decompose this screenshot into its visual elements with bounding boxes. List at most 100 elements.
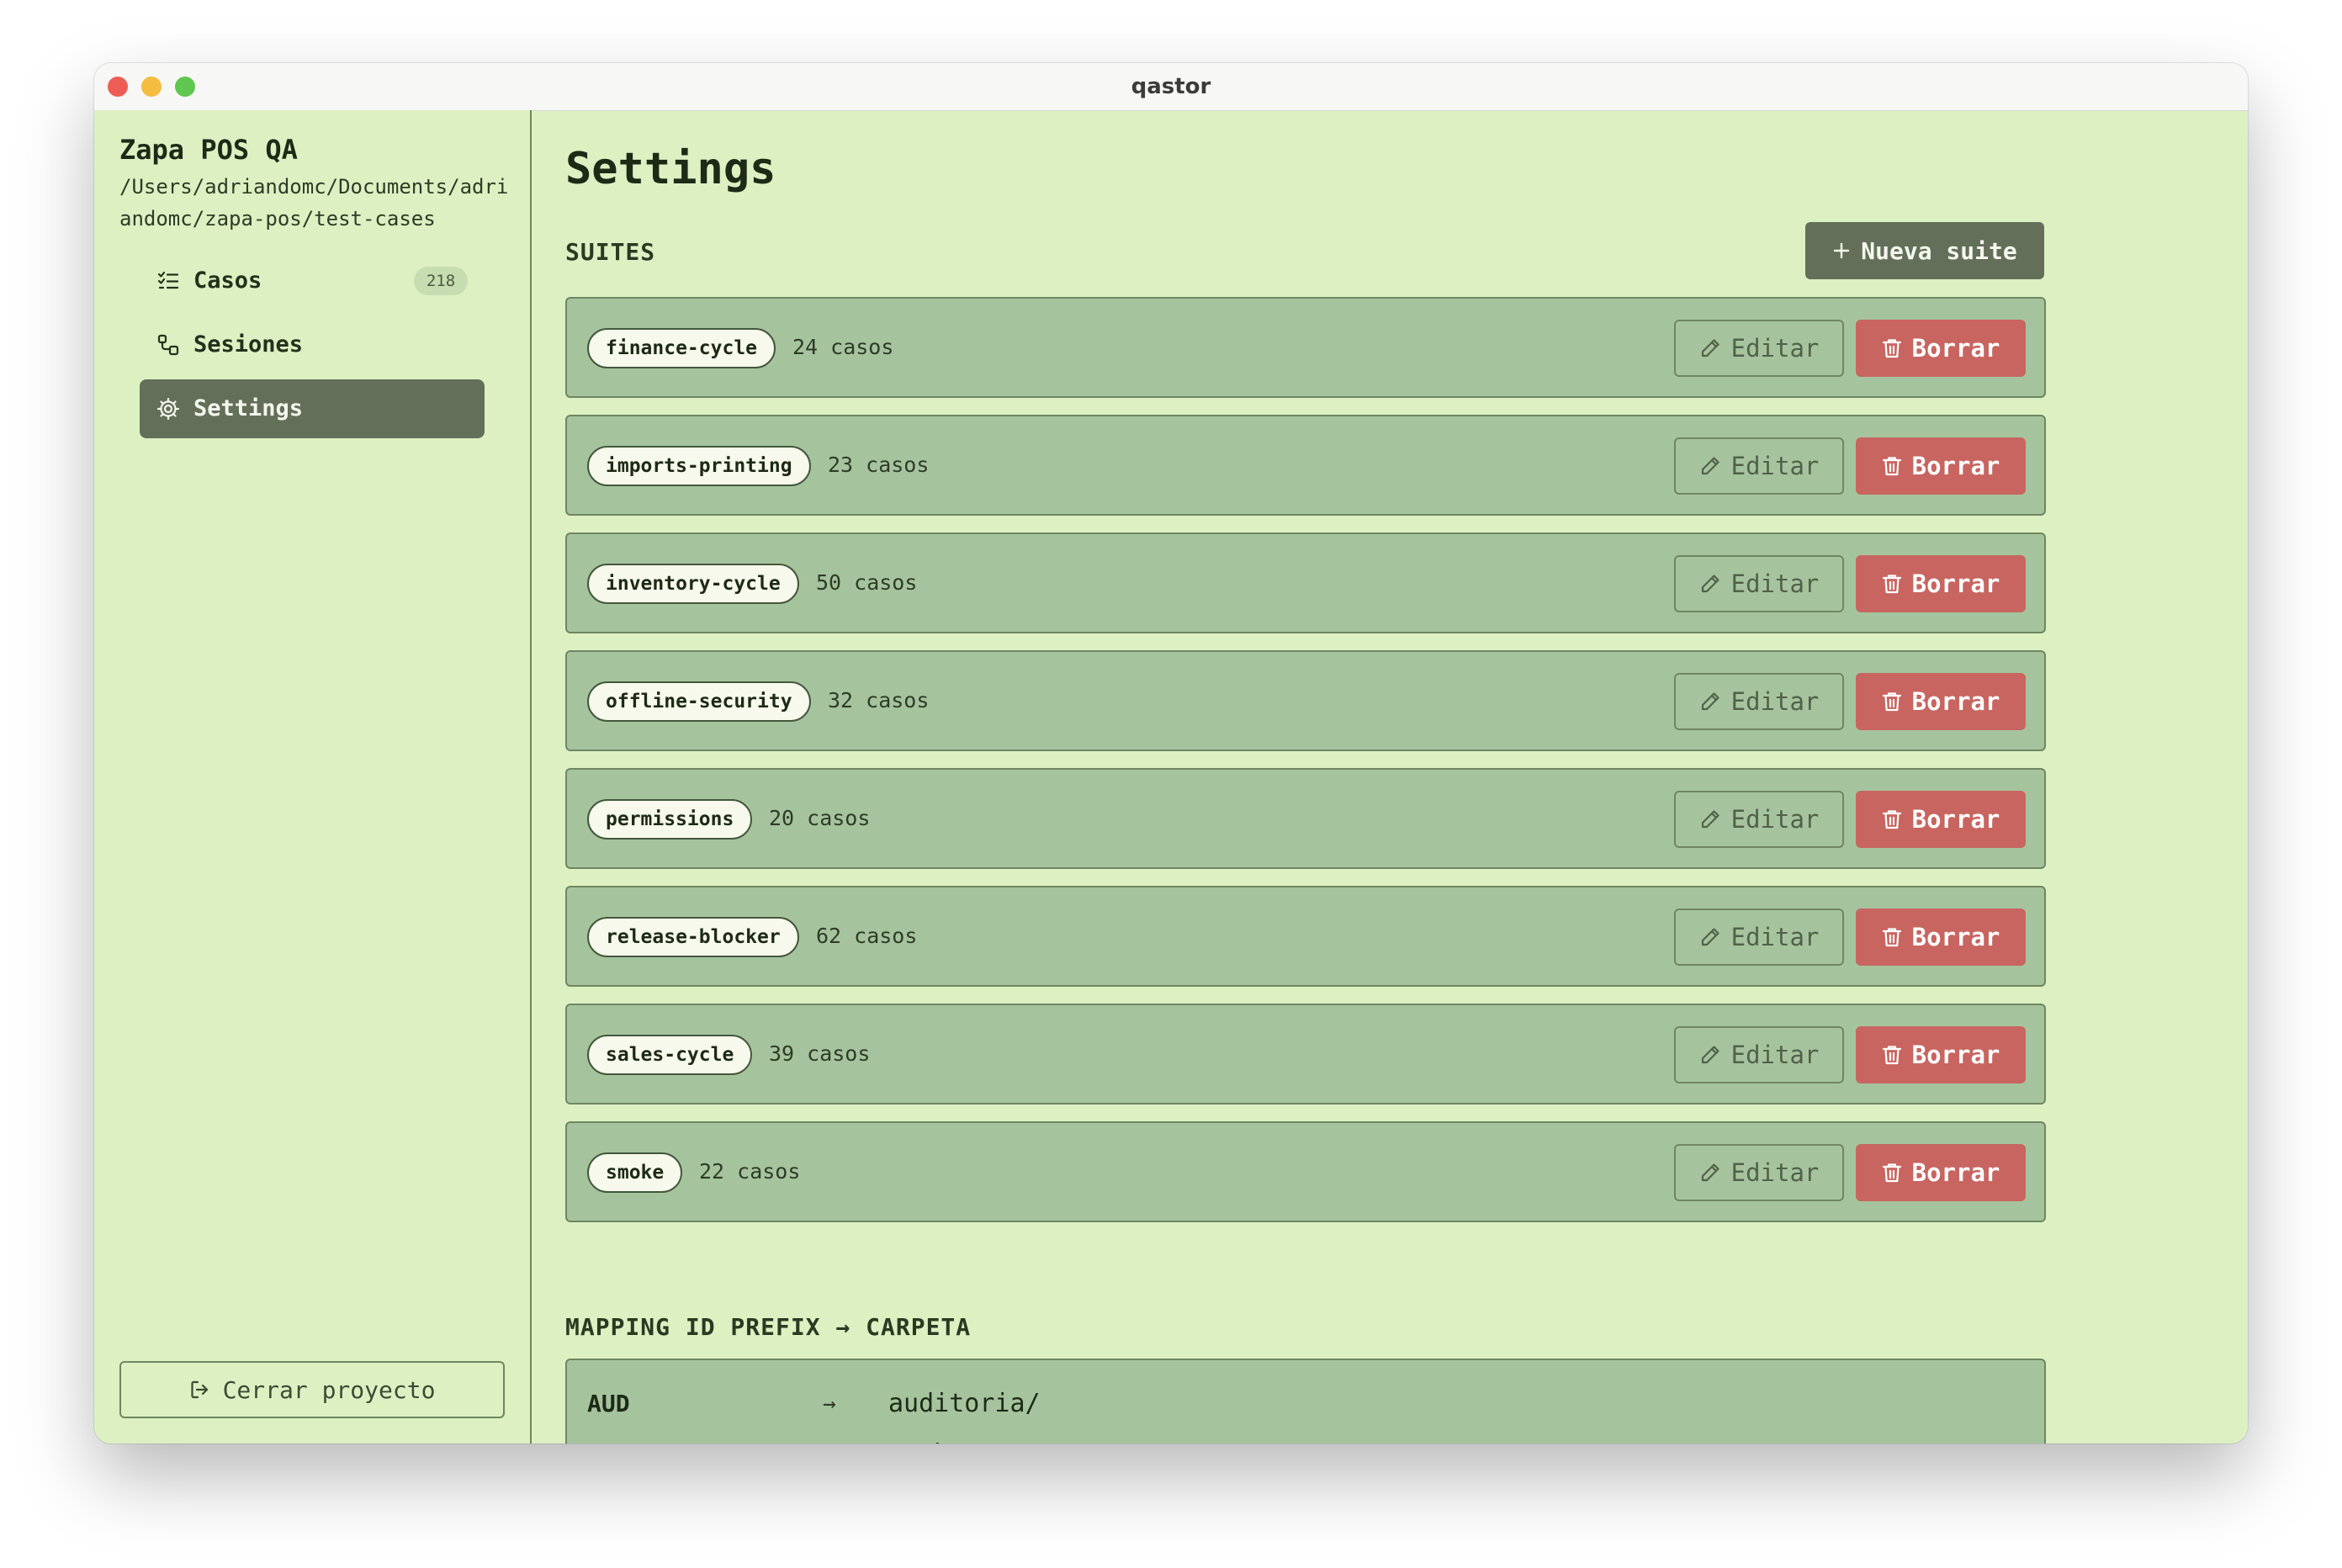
- suite-case-count: 24 casos: [792, 335, 894, 359]
- sidebar: Zapa POS QA /Users/adriandomc/Documents/…: [94, 110, 532, 1444]
- suite-name-tag: release-blocker: [587, 917, 799, 957]
- suite-case-count: 62 casos: [816, 924, 918, 948]
- logout-icon: [189, 1379, 211, 1401]
- suite-case-count: 22 casos: [699, 1159, 801, 1184]
- suite-name-tag: permissions: [587, 799, 753, 840]
- suite-case-count: 23 casos: [828, 453, 930, 477]
- pencil-icon: [1699, 1162, 1721, 1184]
- delete-label: Borrar: [1911, 687, 2000, 716]
- sidebar-item-casos[interactable]: Casos 218: [140, 252, 485, 310]
- delete-suite-button[interactable]: Borrar: [1856, 791, 2026, 848]
- delete-label: Borrar: [1911, 452, 2000, 480]
- delete-suite-button[interactable]: Borrar: [1856, 673, 2026, 730]
- suite-row: release-blocker 62 casos Editar Borrar: [565, 886, 2046, 987]
- edit-label: Editar: [1730, 569, 1820, 598]
- suite-row: permissions 20 casos Editar Borrar: [565, 768, 2046, 869]
- delete-label: Borrar: [1911, 923, 2000, 951]
- mapping-row: AUD → auditoria/: [587, 1379, 2017, 1429]
- sidebar-item-sesiones[interactable]: Sesiones: [140, 315, 485, 374]
- edit-label: Editar: [1730, 334, 1820, 363]
- trash-icon: [1882, 337, 1902, 359]
- page-title: Settings: [565, 144, 776, 194]
- mapping-folder: auditoria/: [888, 1389, 1041, 1418]
- edit-suite-button[interactable]: Editar: [1674, 555, 1844, 612]
- suite-row: finance-cycle 24 casos Editar Borrar: [565, 297, 2046, 398]
- delete-label: Borrar: [1911, 805, 2000, 834]
- edit-suite-button[interactable]: Editar: [1674, 791, 1844, 848]
- mapping-heading: MAPPING ID PREFIX → CARPETA: [565, 1313, 972, 1341]
- close-project-label: Cerrar proyecto: [222, 1375, 436, 1404]
- delete-suite-button[interactable]: Borrar: [1856, 320, 2026, 377]
- edit-label: Editar: [1730, 923, 1820, 951]
- suites-heading: SUITES: [565, 238, 656, 266]
- pencil-icon: [1699, 691, 1721, 712]
- trash-icon: [1882, 926, 1902, 948]
- trash-icon: [1882, 573, 1902, 595]
- suite-row: imports-printing 23 casos Editar Borrar: [565, 415, 2046, 516]
- suite-row: sales-cycle 39 casos Editar Borrar: [565, 1004, 2046, 1104]
- edit-suite-button[interactable]: Editar: [1674, 1026, 1844, 1083]
- sidebar-item-settings[interactable]: Settings: [140, 379, 485, 438]
- pencil-icon: [1699, 337, 1721, 359]
- app-window: qastor Zapa POS QA /Users/adriandomc/Doc…: [94, 63, 2248, 1444]
- suite-list: finance-cycle 24 casos Editar Borrar imp…: [565, 297, 2046, 1239]
- edit-suite-button[interactable]: Editar: [1674, 1144, 1844, 1201]
- pencil-icon: [1699, 926, 1721, 948]
- trash-icon: [1882, 1162, 1902, 1184]
- window-title: qastor: [1131, 74, 1211, 99]
- gear-icon: [156, 397, 180, 421]
- delete-suite-button[interactable]: Borrar: [1856, 437, 2026, 495]
- delete-suite-button[interactable]: Borrar: [1856, 1026, 2026, 1083]
- trash-icon: [1882, 455, 1902, 477]
- mapping-row: AUTH → auth/: [587, 1429, 2017, 1444]
- edit-suite-button[interactable]: Editar: [1674, 320, 1844, 377]
- delete-label: Borrar: [1911, 1041, 2000, 1069]
- edit-label: Editar: [1730, 687, 1820, 716]
- title-bar: qastor: [94, 63, 2248, 111]
- sidebar-item-label: Settings: [193, 395, 304, 421]
- pencil-icon: [1699, 455, 1721, 477]
- suite-case-count: 50 casos: [816, 570, 918, 595]
- edit-suite-button[interactable]: Editar: [1674, 673, 1844, 730]
- sidebar-item-label: Casos: [193, 268, 262, 294]
- edit-suite-button[interactable]: Editar: [1674, 908, 1844, 966]
- suite-name-tag: finance-cycle: [587, 328, 776, 368]
- sidebar-item-label: Sesiones: [193, 331, 304, 358]
- suite-row: inventory-cycle 50 casos Editar Borrar: [565, 532, 2046, 633]
- main-panel: Settings SUITES Nueva suite finance-cycl…: [532, 110, 2248, 1444]
- pencil-icon: [1699, 1044, 1721, 1066]
- mapping-prefix: AUTH: [587, 1429, 644, 1444]
- plus-icon: [1832, 241, 1851, 260]
- arrow-right-icon: →: [823, 1429, 836, 1444]
- mapping-folder: auth/: [888, 1429, 964, 1444]
- suite-name-tag: imports-printing: [587, 446, 811, 486]
- new-suite-button[interactable]: Nueva suite: [1805, 222, 2044, 279]
- pencil-icon: [1699, 573, 1721, 595]
- project-path: /Users/adriandomc/Documents/adriandomc/z…: [119, 175, 509, 230]
- edit-suite-button[interactable]: Editar: [1674, 437, 1844, 495]
- suite-row: smoke 22 casos Editar Borrar: [565, 1121, 2046, 1222]
- close-project-button[interactable]: Cerrar proyecto: [119, 1361, 505, 1418]
- trash-icon: [1882, 691, 1902, 712]
- edit-label: Editar: [1730, 1041, 1820, 1069]
- sessions-icon: [156, 333, 180, 357]
- suite-name-tag: sales-cycle: [587, 1035, 753, 1075]
- edit-label: Editar: [1730, 805, 1820, 834]
- mapping-table: AUD → auditoria/ AUTH → auth/ BCK → resp…: [565, 1359, 2046, 1444]
- edit-label: Editar: [1730, 452, 1820, 480]
- mapping-prefix: AUD: [587, 1390, 630, 1417]
- suite-case-count: 20 casos: [769, 806, 871, 830]
- delete-label: Borrar: [1911, 1158, 2000, 1187]
- suite-case-count: 39 casos: [769, 1041, 871, 1066]
- casos-count-badge: 218: [414, 267, 468, 295]
- delete-label: Borrar: [1911, 569, 2000, 598]
- checklist-icon: [156, 269, 180, 293]
- delete-suite-button[interactable]: Borrar: [1856, 1144, 2026, 1201]
- delete-label: Borrar: [1911, 334, 2000, 363]
- edit-label: Editar: [1730, 1158, 1820, 1187]
- suite-name-tag: inventory-cycle: [587, 564, 799, 604]
- trash-icon: [1882, 808, 1902, 830]
- delete-suite-button[interactable]: Borrar: [1856, 555, 2026, 612]
- delete-suite-button[interactable]: Borrar: [1856, 908, 2026, 966]
- suite-name-tag: offline-security: [587, 681, 811, 722]
